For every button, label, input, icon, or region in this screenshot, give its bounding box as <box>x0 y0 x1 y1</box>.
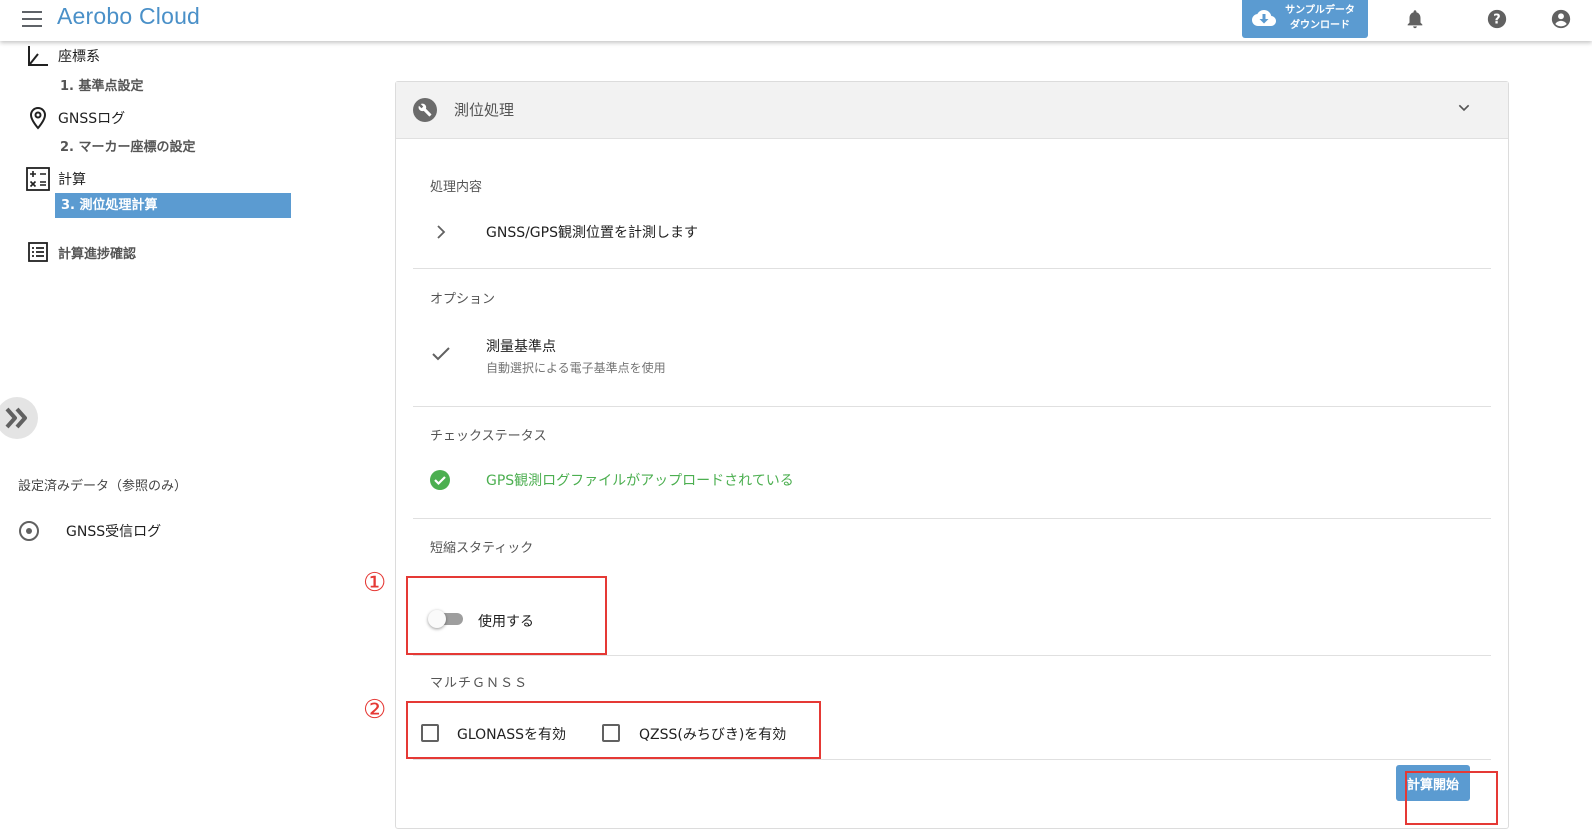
cloud-download-icon <box>1252 10 1276 26</box>
sidebar-item-label: 計算進捗確認 <box>58 246 137 262</box>
annotation-box-multi-gnss <box>406 701 821 759</box>
app-title[interactable]: Aerobo Cloud <box>57 3 200 30</box>
account-icon[interactable] <box>1550 8 1572 30</box>
list-icon <box>28 242 48 262</box>
divider <box>413 518 1491 519</box>
check-status-heading: チェックステータス <box>430 429 547 444</box>
annotation-box-short-static <box>406 576 607 655</box>
top-app-bar: Aerobo Cloud サンプルデータ ダウンロード ? <box>0 0 1592 41</box>
sidebar-item-label: 座標系 <box>58 49 100 65</box>
survey-control-point-title: 測量基準点 <box>486 339 556 355</box>
divider <box>413 759 1491 760</box>
sidebar-item-label: GNSSログ <box>58 111 126 127</box>
survey-control-point-subtitle: 自動選択による電子基準点を使用 <box>486 361 666 375</box>
processing-heading: 処理内容 <box>430 180 483 195</box>
radio-target-icon <box>19 521 39 541</box>
bell-icon[interactable] <box>1404 8 1426 30</box>
check-circle-icon <box>430 470 450 490</box>
chevron-right-icon <box>437 225 446 239</box>
divider <box>413 655 1491 656</box>
collapse-sidebar-button[interactable] <box>0 397 38 439</box>
sidebar-item-label: 計算 <box>58 172 86 188</box>
sample-data-download-button[interactable]: サンプルデータ ダウンロード <box>1242 0 1368 38</box>
sidebar-sub-positioning-calculation[interactable]: 3. 測位処理計算 <box>55 193 291 218</box>
sidebar-sub-control-points[interactable]: 1. 基準点設定 <box>60 75 144 94</box>
annotation-number-2: ② <box>363 695 387 725</box>
upload-status-text: GPS観測ログファイルがアップロードされている <box>486 473 794 489</box>
svg-text:?: ? <box>1493 13 1500 28</box>
hamburger-menu-icon[interactable] <box>22 11 42 27</box>
location-pin-icon <box>29 106 47 130</box>
processing-description: GNSS/GPS観測位置を計測します <box>486 225 698 241</box>
reference-data-heading: 設定済みデータ（参照のみ） <box>18 479 188 494</box>
sidebar-sub-marker-coordinates[interactable]: 2. マーカー座標の設定 <box>60 136 196 155</box>
sidebar-item-coordinates[interactable]: 座標系 <box>26 44 100 68</box>
reference-gnss-log-label: GNSS受信ログ <box>66 524 162 540</box>
sidebar-item-progress[interactable]: 計算進捗確認 <box>26 240 136 264</box>
wrench-icon <box>413 98 437 122</box>
annotation-box-start-button <box>1405 771 1498 825</box>
calculator-icon <box>26 167 50 191</box>
reference-gnss-log-item[interactable]: GNSS受信ログ <box>18 520 161 542</box>
sidebar-item-calculation[interactable]: 計算 <box>26 167 86 191</box>
double-chevron-right-icon <box>5 407 27 429</box>
chevron-down-icon[interactable] <box>1456 100 1472 116</box>
divider <box>413 268 1491 269</box>
sidebar-item-gnss-log[interactable]: GNSSログ <box>26 106 125 130</box>
multi-gnss-heading: マルチＧＮＳＳ <box>430 676 529 691</box>
options-heading: オプション <box>430 292 496 307</box>
axis-icon <box>28 46 48 66</box>
help-icon[interactable]: ? <box>1486 8 1508 30</box>
download-label: ダウンロード <box>1290 20 1350 31</box>
short-static-heading: 短縮スタティック <box>430 541 534 556</box>
panel-header[interactable]: 測位処理 <box>396 82 1508 139</box>
divider <box>413 406 1491 407</box>
annotation-number-1: ① <box>363 568 387 598</box>
panel-title: 測位処理 <box>454 101 515 119</box>
check-icon <box>432 347 450 361</box>
sample-data-label: サンプルデータ <box>1285 5 1355 16</box>
